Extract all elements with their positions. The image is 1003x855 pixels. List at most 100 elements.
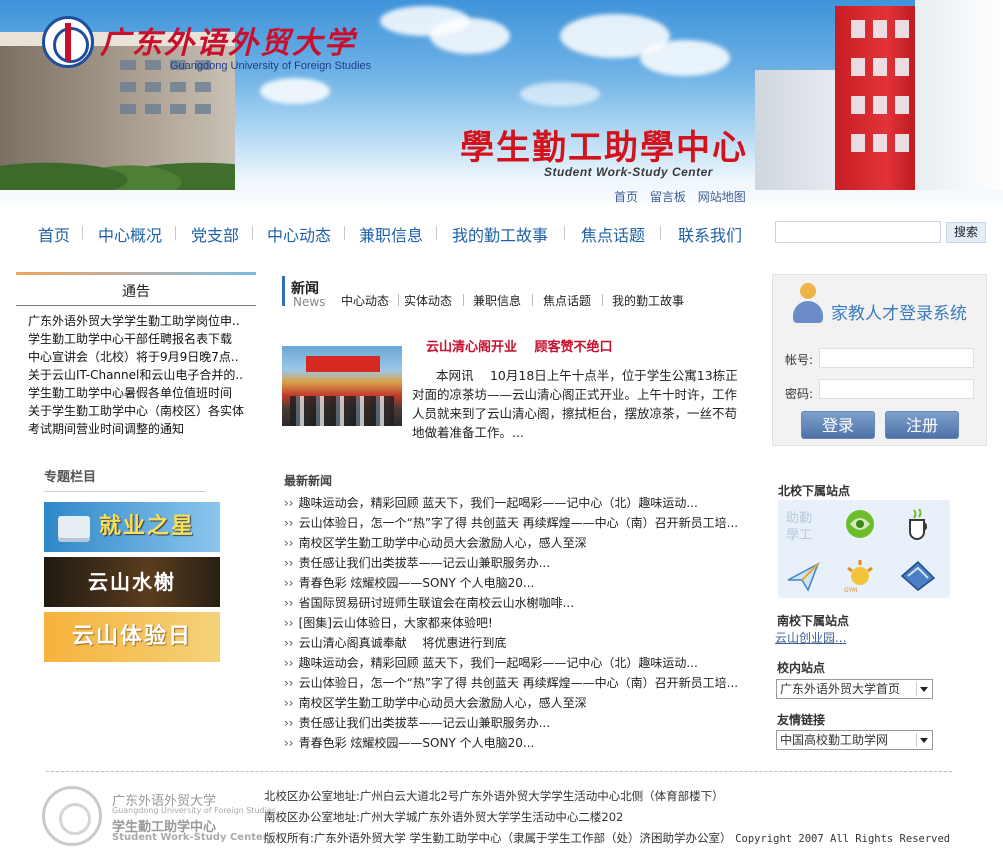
header-banner: 广东外语外贸大学 Guangdong University of Foreign…: [0, 0, 1003, 212]
yunshan-gym-icon[interactable]: GYM: [840, 554, 880, 594]
work-study-logo-icon[interactable]: 助勤 學工: [784, 506, 824, 544]
latest-news-link[interactable]: 云山体验日，怎一个“热”字了得 共创蓝天 再续辉煌——中心（南）召开新员工培..…: [299, 516, 739, 530]
notice-list: 广东外语外贸大学学生勤工助学岗位申.. 学生勤工助学中心干部任聘报名表下载 中心…: [16, 306, 256, 438]
notice-item[interactable]: 关于云山IT-Channel和云山电子合并的..: [28, 366, 256, 384]
double-chevron-right-icon: ››: [284, 716, 294, 730]
list-item[interactable]: ›› 趣味运动会，精彩回顾 蓝天下，我们一起喝彩——记中心（北）趣味运动...: [284, 493, 759, 513]
news-tab-my-story[interactable]: 我的勤工故事: [612, 292, 684, 309]
topic-banner-yunshan-pavilion[interactable]: 云山水榭: [44, 557, 220, 607]
list-item[interactable]: ›› 云山清心阁真诚奉献 将优惠进行到底: [284, 633, 759, 653]
nav-item-focus[interactable]: 焦点话题: [581, 222, 645, 246]
friend-links-selected: 中国高校勤工助学网: [780, 733, 889, 747]
nav-item-party-branch[interactable]: 党支部: [191, 222, 239, 246]
topic-banner-experience-day[interactable]: 云山体验日: [44, 612, 220, 662]
green-swirl-icon[interactable]: [840, 504, 880, 542]
list-item[interactable]: ›› [图集]云山体验日，大家都来体验吧!: [284, 613, 759, 633]
latest-news-link[interactable]: 青春色彩 炫耀校园——SONY 个人电脑20...: [299, 736, 535, 750]
svg-text:助勤: 助勤: [786, 511, 812, 526]
double-chevron-right-icon: ››: [284, 696, 294, 710]
footer-info: 北校区办公室地址:广州白云大道北2号广东外语外贸大学学生活动中心北侧（体育部楼下…: [264, 786, 950, 850]
notice-item[interactable]: 关于学生勤工助学中心（南校区）各实体: [28, 402, 256, 420]
notice-item[interactable]: 学生勤工助学中心暑假各单位值班时间: [28, 384, 256, 402]
footer-owner: 版权所有:广东外语外贸大学 学生勤工助学中心（隶属于学生工作部（处）济困助学办公…: [264, 831, 732, 845]
feature-photo[interactable]: [282, 346, 402, 426]
nav-item-news[interactable]: 中心动态: [267, 222, 331, 246]
news-tab-entities[interactable]: 实体动态: [404, 292, 452, 309]
latest-news-link[interactable]: 云山清心阁真诚奉献 将优惠进行到底: [299, 636, 507, 650]
footer-copyright: Copyright 2007 All Rights Reserved: [735, 833, 951, 845]
footer-divider: [46, 771, 952, 772]
news-tab-center[interactable]: 中心动态: [341, 292, 389, 309]
news-tab-focus[interactable]: 焦点话题: [543, 292, 591, 309]
double-chevron-right-icon: ››: [284, 736, 294, 750]
list-item[interactable]: ›› 云山体验日，怎一个“热”字了得 共创蓝天 再续辉煌——中心（南）召开新员工培…: [284, 513, 759, 533]
latest-news-link[interactable]: 省国际贸易研讨班师生联谊会在南校云山水榭咖啡...: [299, 596, 574, 610]
latest-news-link[interactable]: 南校区学生勤工助学中心动员大会激励人心，感人至深: [299, 696, 587, 710]
notice-item[interactable]: 学生勤工助学中心干部任聘报名表下载: [28, 330, 256, 348]
login-button[interactable]: 登录: [801, 411, 875, 439]
latest-news-link[interactable]: 趣味运动会，精彩回顾 蓝天下，我们一起喝彩——记中心（北）趣味运动...: [299, 496, 698, 510]
university-emblem-icon: [42, 16, 94, 68]
nav-item-my-story[interactable]: 我的勤工故事: [452, 222, 548, 246]
paper-plane-icon[interactable]: [784, 556, 824, 594]
topic-banner-label: 就业之星: [98, 514, 195, 539]
list-item[interactable]: ›› 南校区学生勤工助学中心动员大会激励人心，感人至深: [284, 693, 759, 713]
quick-link-home[interactable]: 首页: [614, 190, 638, 204]
list-item[interactable]: ›› 青春色彩 炫耀校园——SONY 个人电脑20...: [284, 573, 759, 593]
register-button[interactable]: 注册: [885, 411, 959, 439]
topic-banner-employment-star[interactable]: 就业之星: [44, 502, 220, 552]
double-chevron-right-icon: ››: [284, 636, 294, 650]
search-button[interactable]: 搜索: [946, 222, 986, 243]
notice-item[interactable]: 中心宣讲会（北校）将于9月9日晚7点..: [28, 348, 256, 366]
list-item[interactable]: ›› 责任感让我们出类拔萃——记云山兼职服务办...: [284, 713, 759, 733]
south-site-link[interactable]: 云山创业园...: [775, 629, 846, 646]
quick-link-guestbook[interactable]: 留言板: [650, 190, 686, 204]
list-item[interactable]: ›› 责任感让我们出类拔萃——记云山兼职服务办...: [284, 553, 759, 573]
notice-item[interactable]: 考试期间营业时间调整的通知: [28, 420, 256, 438]
nav-item-overview[interactable]: 中心概况: [98, 222, 162, 246]
double-chevron-right-icon: ››: [284, 516, 294, 530]
list-item[interactable]: ›› 趣味运动会，精彩回顾 蓝天下，我们一起喝彩——记中心（北）趣味运动...: [284, 653, 759, 673]
friend-links-select[interactable]: 中国高校勤工助学网: [776, 730, 933, 750]
chevron-down-icon: [916, 682, 930, 696]
news-tab-jobs[interactable]: 兼职信息: [473, 292, 521, 309]
latest-news-link[interactable]: [图集]云山体验日，大家都来体验吧!: [299, 616, 493, 630]
latest-news-link[interactable]: 南校区学生勤工助学中心动员大会激励人心，感人至深: [299, 536, 587, 550]
search-input[interactable]: [775, 221, 941, 243]
password-label: 密码:: [785, 387, 814, 401]
nav-item-contact[interactable]: 联系我们: [678, 222, 742, 246]
campus-sites-select[interactable]: 广东外语外贸大学首页: [776, 679, 933, 699]
quick-links: 首页 留言板 网站地图: [614, 188, 754, 205]
nav-item-jobs[interactable]: 兼职信息: [359, 222, 423, 246]
campus-building-right: [755, 0, 1003, 190]
footer-logo-center-en: Student Work-Study Center: [112, 832, 268, 843]
feature-headline[interactable]: 云山清心阁开业 顾客赞不绝口: [426, 336, 613, 355]
footer-south-address: 南校区办公室地址:广州大学城广东外语外贸大学学生活动中心二楼202: [264, 810, 624, 824]
coffee-cup-icon[interactable]: [898, 504, 938, 542]
account-field[interactable]: [819, 348, 974, 368]
quick-link-sitemap[interactable]: 网站地图: [698, 190, 746, 204]
password-field[interactable]: [819, 379, 974, 399]
latest-news-link[interactable]: 趣味运动会，精彩回顾 蓝天下，我们一起喝彩——记中心（北）趣味运动...: [299, 656, 698, 670]
list-item[interactable]: ›› 省国际贸易研讨班师生联谊会在南校云山水榭咖啡...: [284, 593, 759, 613]
notice-item[interactable]: 广东外语外贸大学学生勤工助学岗位申..: [28, 312, 256, 330]
nav-item-home[interactable]: 首页: [38, 222, 70, 246]
university-logo[interactable]: 广东外语外贸大学 Guangdong University of Foreign…: [42, 14, 372, 76]
list-item[interactable]: ›› 南校区学生勤工助学中心动员大会激励人心，感人至深: [284, 533, 759, 553]
double-chevron-right-icon: ››: [284, 676, 294, 690]
double-chevron-right-icon: ››: [284, 596, 294, 610]
latest-news-link[interactable]: 责任感让我们出类拔萃——记云山兼职服务办...: [299, 556, 550, 570]
latest-news-link[interactable]: 责任感让我们出类拔萃——记云山兼职服务办...: [299, 716, 550, 730]
topic-banner-label: 云山体验日: [71, 624, 192, 649]
latest-news-link[interactable]: 青春色彩 炫耀校园——SONY 个人电脑20...: [299, 576, 535, 590]
list-item[interactable]: ›› 青春色彩 炫耀校园——SONY 个人电脑20...: [284, 733, 759, 753]
double-chevron-right-icon: ››: [284, 576, 294, 590]
notice-title: 通告: [16, 275, 256, 306]
latest-news-link[interactable]: 云山体验日，怎一个“热”字了得 共创蓝天 再续辉煌——中心（南）召开新员工培..…: [299, 676, 739, 690]
blue-book-icon[interactable]: [898, 556, 938, 594]
svg-text:GYM: GYM: [844, 587, 857, 594]
login-title: 家教人才登录系统: [831, 304, 967, 324]
double-chevron-right-icon: ››: [284, 556, 294, 570]
list-item[interactable]: ›› 云山体验日，怎一个“热”字了得 共创蓝天 再续辉煌——中心（南）召开新员工培…: [284, 673, 759, 693]
campus-sites-selected: 广东外语外贸大学首页: [780, 682, 901, 696]
